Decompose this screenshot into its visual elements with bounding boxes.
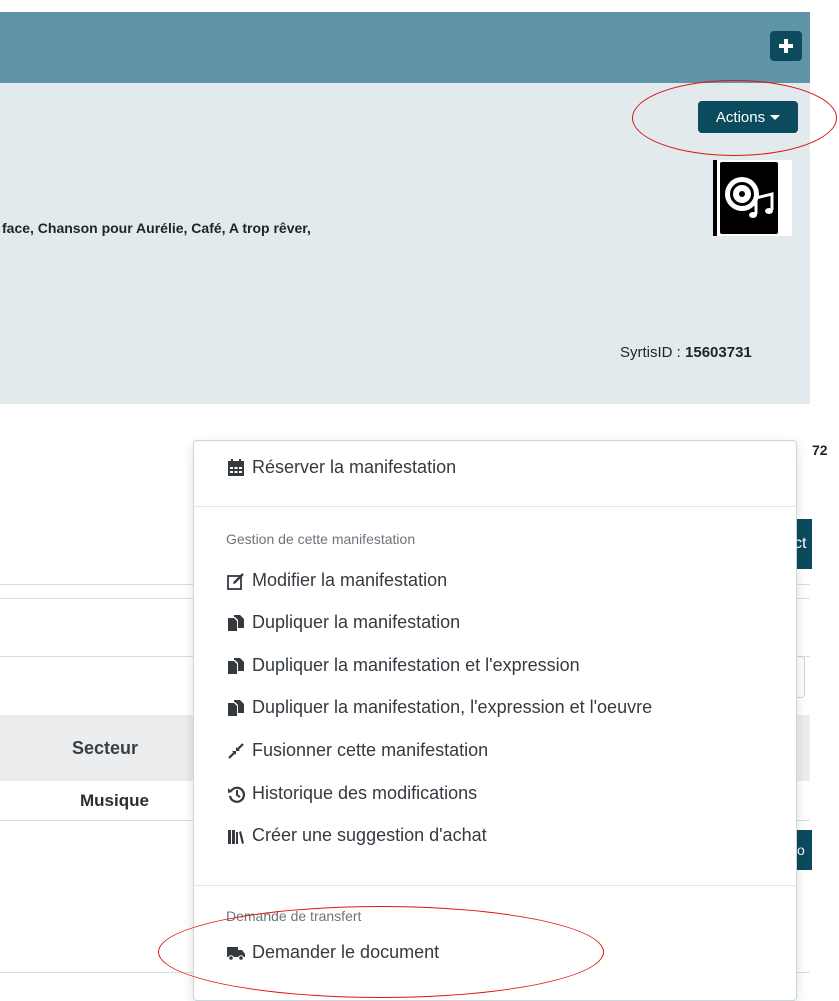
copy-icon [226, 699, 246, 717]
edit-icon [226, 572, 246, 590]
calendar-icon [226, 459, 246, 477]
merge-icon [226, 742, 246, 760]
syrtis-id: SyrtisID : 15603731 [620, 344, 752, 361]
menu-item-label: Fusionner cette manifestation [252, 740, 489, 760]
plus-icon [779, 39, 793, 53]
menu-item-label: Dupliquer la manifestation et l'expressi… [252, 655, 580, 675]
menu-item-suggestion[interactable]: Créer une suggestion d'achat [226, 825, 487, 846]
copy-icon [226, 614, 246, 632]
copy-icon [226, 657, 246, 675]
menu-item-label: Réserver la manifestation [252, 457, 457, 477]
menu-section-header: Gestion de cette manifestation [226, 531, 416, 547]
menu-item-reserve[interactable]: Réserver la manifestation [226, 457, 456, 478]
menu-item-duplicate-expression[interactable]: Dupliquer la manifestation et l'expressi… [226, 655, 580, 676]
menu-item-duplicate[interactable]: Dupliquer la manifestation [226, 612, 460, 633]
annotation-ellipse-actions [632, 80, 837, 156]
menu-item-label: Dupliquer la manifestation, l'expression… [252, 697, 653, 717]
history-icon [226, 785, 246, 803]
column-header-secteur: Secteur [72, 738, 139, 758]
menu-divider [194, 885, 796, 886]
header-bar [0, 12, 810, 83]
menu-item-merge[interactable]: Fusionner cette manifestation [226, 740, 488, 761]
menu-item-label: Dupliquer la manifestation [252, 612, 461, 632]
track-list: face, Chanson pour Aurélie, Café, A trop… [2, 220, 311, 236]
menu-item-label: Modifier la manifestation [252, 570, 448, 590]
cd-music-icon [713, 160, 792, 236]
add-button[interactable] [770, 31, 802, 61]
menu-item-duplicate-work[interactable]: Dupliquer la manifestation, l'expression… [226, 697, 652, 718]
table-cell-secteur: Musique [80, 791, 149, 810]
menu-item-edit[interactable]: Modifier la manifestation [226, 570, 447, 591]
menu-item-label: Historique des modifications [252, 783, 478, 803]
menu-divider [194, 506, 796, 507]
annotation-ellipse-request [158, 906, 604, 998]
books-icon [226, 827, 246, 845]
menu-item-label: Créer une suggestion d'achat [252, 825, 487, 845]
menu-item-history[interactable]: Historique des modifications [226, 783, 477, 804]
record-count-edge: 72 [812, 442, 828, 458]
